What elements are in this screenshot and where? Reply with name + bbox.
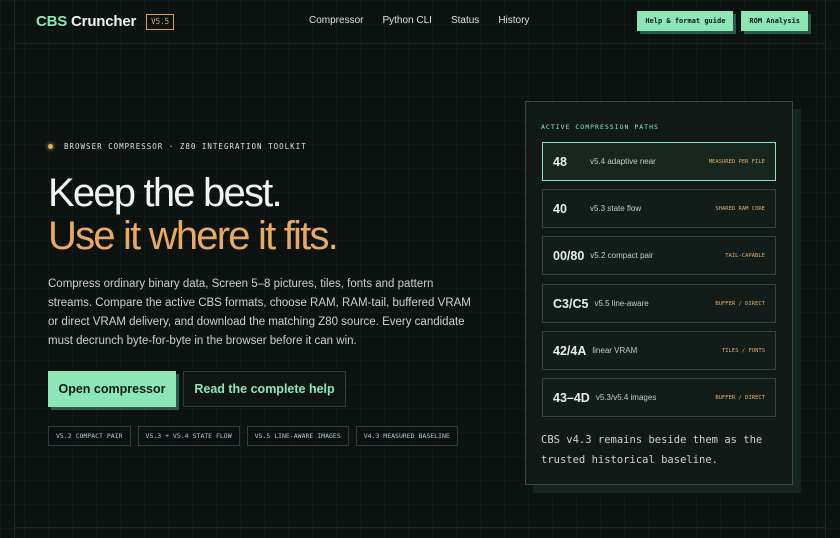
brand-logo: CBS Cruncher	[36, 13, 136, 30]
main-nav: Compressor Python CLI Status History	[309, 15, 529, 26]
path-tag: TAIL-CAPABLE	[725, 252, 765, 259]
headline-line-1: Keep the best.	[48, 171, 283, 215]
version-tags: V5.2 COMPACT PAIR V5.3 + V5.4 STATE FLOW…	[48, 426, 458, 446]
hero-description: Compress ordinary binary data, Screen 5–…	[48, 278, 471, 347]
path-description: v5.4 adaptive near	[590, 157, 656, 166]
eyebrow-text: BROWSER COMPRESSOR · Z80 INTEGRATION TOO…	[64, 142, 307, 151]
tag-v53-v54: V5.3 + V5.4 STATE FLOW	[137, 426, 240, 446]
path-code: 42/4A	[553, 343, 587, 358]
path-code: 48	[553, 154, 567, 169]
brand-rest: Cruncher	[67, 13, 137, 30]
panel-label: ACTIVE COMPRESSION PATHS	[541, 123, 659, 131]
rom-analysis-button[interactable]: ROM Analysis	[741, 11, 808, 31]
tag-v52: V5.2 COMPACT PAIR	[48, 426, 131, 446]
nav-python-cli[interactable]: Python CLI	[382, 15, 431, 26]
version-badge: V5.5	[146, 13, 175, 30]
path-tag: MEASURED PER FILE	[708, 158, 765, 165]
path-code: 00/80	[553, 248, 585, 263]
headline-line-2: Use it where it fits.	[48, 214, 339, 258]
path-tag: BUFFER / DIRECT	[715, 300, 765, 307]
path-tag: BUFFER / DIRECT	[715, 394, 765, 401]
path-description: v5.5 line-aware	[594, 299, 649, 308]
path-card[interactable]: 40 v5.3 state flow SHARED RAM CORE	[542, 189, 776, 228]
footer-divider	[14, 527, 826, 528]
path-card[interactable]: 43–4D v5.3/v5.4 images BUFFER / DIRECT	[542, 378, 776, 417]
brand[interactable]: CBS Cruncher V5.5	[36, 13, 175, 30]
hero-eyebrow: BROWSER COMPRESSOR · Z80 INTEGRATION TOO…	[48, 142, 307, 151]
path-card[interactable]: C3/C5 v5.5 line-aware BUFFER / DIRECT	[542, 284, 776, 323]
nav-status[interactable]: Status	[451, 15, 479, 26]
path-tag: TILES / FONTS	[721, 347, 765, 354]
path-code: C3/C5	[553, 296, 589, 311]
tag-v43: V4.3 MEASURED BASELINE	[355, 426, 458, 446]
baseline-note: CBS v4.3 remains beside them as the trus…	[541, 434, 763, 466]
compression-paths-panel: ACTIVE COMPRESSION PATHS 48 v5.4 adaptiv…	[525, 101, 793, 485]
path-description: linear VRAM	[592, 346, 638, 355]
header-actions: Help & format guide ROM Analysis	[637, 11, 808, 31]
path-description: v5.3 state flow	[590, 204, 642, 213]
status-dot-icon	[48, 144, 53, 149]
path-card[interactable]: 42/4A linear VRAM TILES / FONTS	[542, 331, 776, 370]
open-compressor-button[interactable]: Open compressor	[48, 371, 176, 407]
nav-compressor[interactable]: Compressor	[309, 15, 363, 26]
read-help-button[interactable]: Read the complete help	[183, 371, 346, 407]
help-format-guide-button[interactable]: Help & format guide	[637, 11, 734, 31]
path-tag: SHARED RAM CORE	[715, 205, 765, 212]
path-code: 43–4D	[553, 390, 590, 405]
header-divider	[14, 43, 826, 44]
path-code: 40	[553, 201, 567, 216]
path-card[interactable]: 48 v5.4 adaptive near MEASURED PER FILE	[542, 142, 776, 181]
path-description: v5.3/v5.4 images	[595, 393, 657, 402]
nav-history[interactable]: History	[498, 15, 529, 26]
path-description: v5.2 compact pair	[590, 251, 654, 260]
brand-accent: CBS	[36, 13, 68, 30]
tag-v55: V5.5 LINE-AWARE IMAGES	[246, 426, 349, 446]
path-card[interactable]: 00/80 v5.2 compact pair TAIL-CAPABLE	[542, 236, 776, 275]
